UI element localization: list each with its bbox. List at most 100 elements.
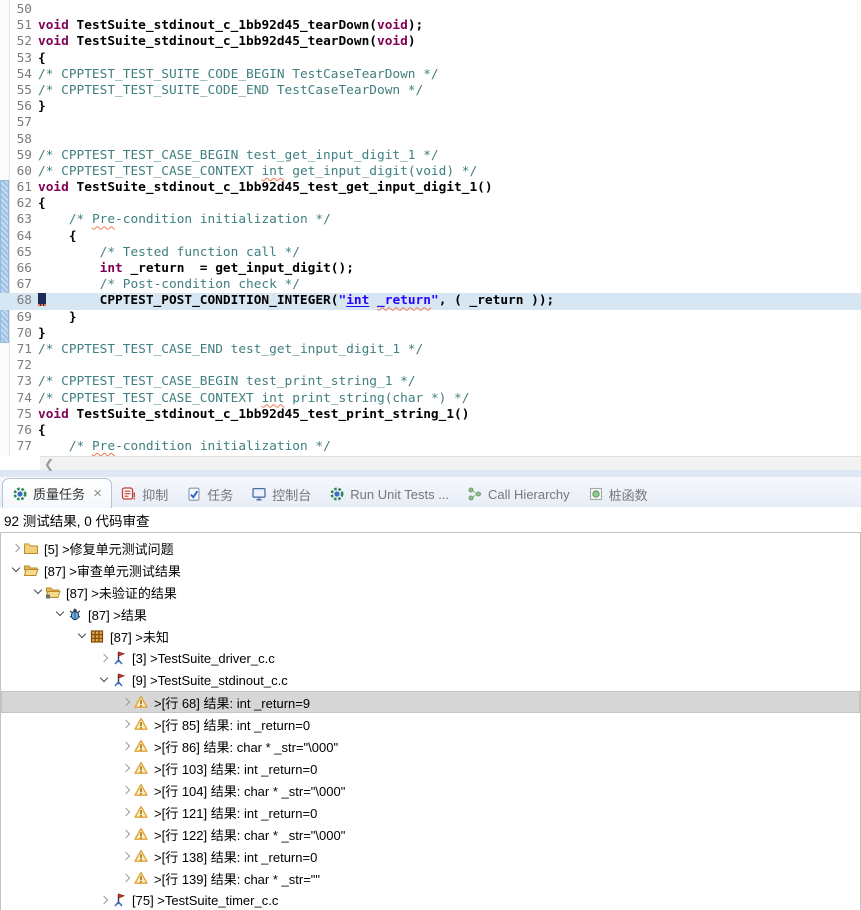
code-line[interactable]: 65 /* Tested function call */ xyxy=(0,245,861,261)
tree-row[interactable]: [87] >审查单元测试结果 xyxy=(1,559,860,581)
flag-icon xyxy=(111,672,127,688)
tree-row[interactable]: [87] >未验证的结果 xyxy=(1,581,860,603)
line-number: 71 xyxy=(0,342,38,358)
tab-console[interactable]: 控制台 xyxy=(242,480,320,508)
code-line[interactable]: 58 xyxy=(0,132,861,148)
code-line[interactable]: 56} xyxy=(0,99,861,115)
close-icon[interactable]: ✕ xyxy=(93,487,102,500)
chevron-down-icon[interactable] xyxy=(9,563,23,577)
chevron-right-icon[interactable] xyxy=(119,827,133,841)
chevron-right-icon[interactable] xyxy=(119,695,133,709)
warning-icon xyxy=(133,826,149,842)
chevron-right-icon[interactable] xyxy=(119,871,133,885)
code-line[interactable]: 60/* CPPTEST_TEST_CASE_CONTEXT int get_i… xyxy=(0,164,861,180)
tree-row[interactable]: [5] >修复单元测试问题 xyxy=(1,537,860,559)
tree-row[interactable]: [87] >结果 xyxy=(1,603,860,625)
tab-label: 桩函数 xyxy=(609,485,648,504)
tab-quality-tasks[interactable]: 质量任务✕ xyxy=(2,478,112,508)
code-line[interactable]: 57 xyxy=(0,115,861,131)
tab-tasks[interactable]: 任务 xyxy=(177,480,242,508)
code-line[interactable]: 68 CPPTEST_POST_CONDITION_INTEGER("int _… xyxy=(0,293,861,309)
line-number: 50 xyxy=(0,2,38,18)
tree-row[interactable]: [3] >TestSuite_driver_c.c xyxy=(1,647,860,669)
results-tree[interactable]: [5] >修复单元测试问题[87] >审查单元测试结果[87] >未验证的结果[… xyxy=(0,532,861,910)
line-number: 56 xyxy=(0,99,38,115)
code-line-text: /* Pre-condition initialization */ xyxy=(38,212,331,228)
chevron-right-icon[interactable] xyxy=(119,739,133,753)
chevron-down-icon[interactable] xyxy=(53,607,67,621)
code-line[interactable]: 75void TestSuite_stdinout_c_1bb92d45_tes… xyxy=(0,407,861,423)
code-line[interactable]: 77 /* Pre-condition initialization */ xyxy=(0,439,861,455)
tree-row[interactable]: [87] >未知 xyxy=(1,625,860,647)
panel-divider[interactable] xyxy=(0,470,861,477)
code-line[interactable]: 61void TestSuite_stdinout_c_1bb92d45_tes… xyxy=(0,180,861,196)
tree-row[interactable]: [75] >TestSuite_timer_c.c xyxy=(1,889,860,910)
code-line[interactable]: 62{ xyxy=(0,196,861,212)
code-lines: 5051void TestSuite_stdinout_c_1bb92d45_t… xyxy=(0,0,861,455)
code-line[interactable]: 52void TestSuite_stdinout_c_1bb92d45_tea… xyxy=(0,34,861,50)
code-line[interactable]: 54/* CPPTEST_TEST_SUITE_CODE_BEGIN TestC… xyxy=(0,67,861,83)
tree-row[interactable]: >[行 104] 结果: char * _str="\000" xyxy=(1,779,860,801)
call-hierarchy-icon xyxy=(467,486,483,502)
line-number: 63 xyxy=(0,212,38,228)
chevron-down-icon[interactable] xyxy=(75,629,89,643)
editor-horizontal-scrollbar[interactable]: ❮ xyxy=(40,456,861,470)
line-number: 52 xyxy=(0,34,38,50)
code-line[interactable]: 72 xyxy=(0,358,861,374)
code-line-text: /* CPPTEST_TEST_SUITE_CODE_END TestCaseT… xyxy=(38,83,423,99)
line-number: 77 xyxy=(0,439,38,455)
code-line[interactable]: 53{ xyxy=(0,51,861,67)
tab-call-hierarchy[interactable]: Call Hierarchy xyxy=(458,480,579,508)
code-line[interactable]: 63 /* Pre-condition initialization */ xyxy=(0,212,861,228)
tree-row[interactable]: >[行 85] 结果: int _return=0 xyxy=(1,713,860,735)
tree-row[interactable]: >[行 86] 结果: char * _str="\000" xyxy=(1,735,860,757)
chevron-right-icon[interactable] xyxy=(119,805,133,819)
chevron-right-icon[interactable] xyxy=(119,761,133,775)
tab-suppressions[interactable]: !抑制 xyxy=(112,480,177,508)
tab-run-unit-tests[interactable]: Run Unit Tests ... xyxy=(320,480,458,508)
code-line[interactable]: 59/* CPPTEST_TEST_CASE_BEGIN test_get_in… xyxy=(0,148,861,164)
chevron-right-icon[interactable] xyxy=(119,849,133,863)
tree-row[interactable]: >[行 68] 结果: int _return=9 xyxy=(1,691,860,713)
tree-row[interactable]: >[行 121] 结果: int _return=0 xyxy=(1,801,860,823)
folder-unverified-icon xyxy=(45,584,61,600)
line-number: 67 xyxy=(0,277,38,293)
code-line[interactable]: 50 xyxy=(0,2,861,18)
code-line-text: int _return = get_input_digit(); xyxy=(38,261,354,277)
tab-stub-functions[interactable]: 桩函数 xyxy=(579,480,657,508)
code-line[interactable]: 71/* CPPTEST_TEST_CASE_END test_get_inpu… xyxy=(0,342,861,358)
scroll-left-icon[interactable]: ❮ xyxy=(40,458,58,470)
code-line-text: /* CPPTEST_TEST_CASE_BEGIN test_print_st… xyxy=(38,374,416,390)
chevron-down-icon[interactable] xyxy=(31,585,45,599)
code-line[interactable]: 70} xyxy=(0,326,861,342)
code-line[interactable]: 66 int _return = get_input_digit(); xyxy=(0,261,861,277)
tree-row[interactable]: >[行 122] 结果: char * _str="\000" xyxy=(1,823,860,845)
chevron-right-icon[interactable] xyxy=(119,783,133,797)
code-line[interactable]: 74/* CPPTEST_TEST_CASE_CONTEXT int print… xyxy=(0,391,861,407)
code-line[interactable]: 73/* CPPTEST_TEST_CASE_BEGIN test_print_… xyxy=(0,374,861,390)
tree-row[interactable]: >[行 139] 结果: char * _str="" xyxy=(1,867,860,889)
code-line[interactable]: 76{ xyxy=(0,423,861,439)
tree-row-label: [87] >审查单元测试结果 xyxy=(44,561,181,580)
code-line[interactable]: 51void TestSuite_stdinout_c_1bb92d45_tea… xyxy=(0,18,861,34)
line-number: 57 xyxy=(0,115,38,131)
tree-row[interactable]: >[行 103] 结果: int _return=0 xyxy=(1,757,860,779)
line-number: 73 xyxy=(0,374,38,390)
chevron-right-icon[interactable] xyxy=(97,893,111,907)
code-line[interactable]: 64 { xyxy=(0,229,861,245)
code-line[interactable]: 69 } xyxy=(0,310,861,326)
chevron-right-icon[interactable] xyxy=(97,651,111,665)
code-line[interactable]: 55/* CPPTEST_TEST_SUITE_CODE_END TestCas… xyxy=(0,83,861,99)
code-editor[interactable]: 5051void TestSuite_stdinout_c_1bb92d45_t… xyxy=(0,0,861,456)
chevron-right-icon[interactable] xyxy=(9,541,23,555)
chevron-right-icon[interactable] xyxy=(119,717,133,731)
tree-row-label: >[行 122] 结果: char * _str="\000" xyxy=(154,825,345,844)
tree-row[interactable]: >[行 138] 结果: int _return=0 xyxy=(1,845,860,867)
warning-icon xyxy=(133,804,149,820)
code-line-text: /* CPPTEST_TEST_CASE_CONTEXT int print_s… xyxy=(38,391,469,407)
line-number: 75 xyxy=(0,407,38,423)
tree-row[interactable]: [9] >TestSuite_stdinout_c.c xyxy=(1,669,860,691)
tree-row-label: [5] >修复单元测试问题 xyxy=(44,539,174,558)
code-line[interactable]: 67 /* Post-condition check */ xyxy=(0,277,861,293)
chevron-down-icon[interactable] xyxy=(97,673,111,687)
